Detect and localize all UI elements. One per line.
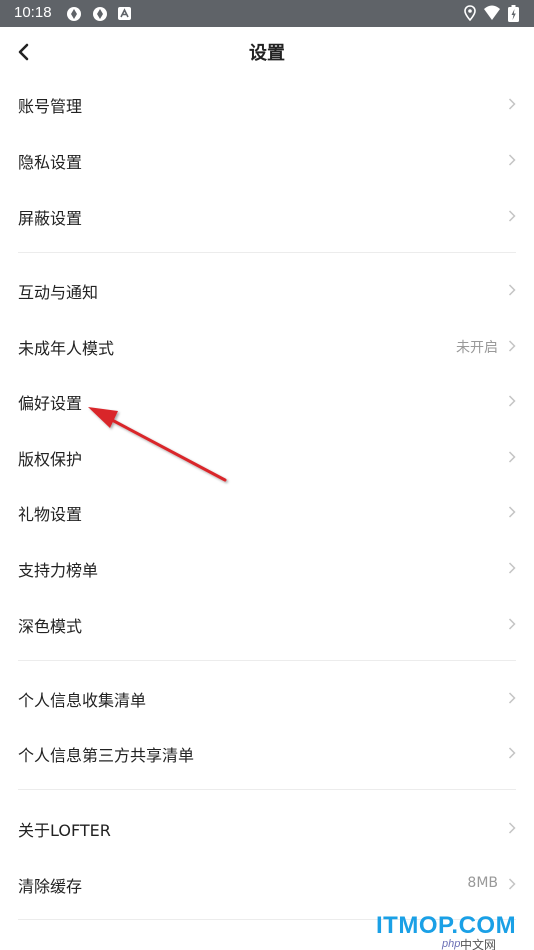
settings-item-minor-mode[interactable]: 未成年人模式 未开启	[0, 318, 534, 374]
chevron-right-icon	[508, 98, 516, 110]
chevron-right-icon	[508, 747, 516, 759]
chevron-right-icon	[508, 692, 516, 704]
sync-icon	[67, 7, 81, 21]
settings-item-label: 礼物设置	[18, 505, 83, 524]
chevron-right-icon	[508, 562, 516, 574]
settings-item-label: 支持力榜单	[18, 561, 99, 580]
settings-item-clear-cache[interactable]: 清除缓存 8MB	[0, 856, 534, 912]
settings-item-label: 互动与通知	[18, 283, 99, 302]
settings-item-label: 深色模式	[18, 617, 83, 636]
status-time: 10:18	[14, 4, 52, 21]
chevron-right-icon	[508, 210, 516, 222]
settings-item-value: 8MB	[467, 875, 498, 891]
section-divider	[18, 252, 516, 253]
chevron-right-icon	[508, 284, 516, 296]
chevron-right-icon	[508, 395, 516, 407]
settings-item-label: 个人信息第三方共享清单	[18, 746, 195, 765]
settings-item-personal-info-collection[interactable]: 个人信息收集清单	[0, 670, 534, 726]
chevron-right-icon	[508, 506, 516, 518]
settings-item-gifts[interactable]: 礼物设置	[0, 484, 534, 540]
settings-item-third-party-sharing[interactable]: 个人信息第三方共享清单	[0, 725, 534, 781]
chevron-right-icon	[508, 822, 516, 834]
chevron-right-icon	[508, 618, 516, 630]
settings-item-support-ranking[interactable]: 支持力榜单	[0, 540, 534, 596]
settings-item-label: 偏好设置	[18, 394, 83, 413]
sync-icon	[93, 7, 107, 21]
settings-item-preferences[interactable]: 偏好设置	[0, 373, 534, 429]
location-icon	[464, 5, 476, 21]
chevron-right-icon	[508, 451, 516, 463]
page-title: 设置	[249, 43, 285, 64]
status-bar: 10:18	[0, 0, 534, 27]
notification-a-icon	[118, 7, 131, 20]
settings-item-privacy[interactable]: 隐私设置	[0, 132, 534, 188]
app-header: 设置	[0, 27, 534, 77]
section-divider	[18, 789, 516, 790]
settings-item-dark-mode[interactable]: 深色模式	[0, 596, 534, 652]
settings-item-label: 隐私设置	[18, 153, 83, 172]
watermark-php: php	[442, 938, 461, 950]
settings-item-copyright[interactable]: 版权保护	[0, 429, 534, 485]
settings-item-label: 账号管理	[18, 97, 83, 116]
battery-icon	[508, 5, 519, 22]
settings-item-block[interactable]: 屏蔽设置	[0, 188, 534, 244]
settings-item-notifications[interactable]: 互动与通知	[0, 262, 534, 318]
settings-item-label: 版权保护	[18, 450, 83, 469]
settings-item-label: 清除缓存	[18, 877, 83, 896]
settings-item-about[interactable]: 关于LOFTER	[0, 800, 534, 856]
settings-item-label: 个人信息收集清单	[18, 691, 147, 710]
settings-item-label: 未成年人模式	[18, 339, 115, 358]
settings-item-value: 未开启	[456, 340, 498, 356]
settings-item-label: 关于LOFTER	[18, 821, 111, 840]
wifi-icon	[484, 5, 500, 20]
chevron-right-icon	[508, 878, 516, 890]
section-divider	[18, 660, 516, 661]
chevron-right-icon	[508, 154, 516, 166]
watermark-cn: 中文网	[460, 938, 497, 950]
settings-item-account[interactable]: 账号管理	[0, 76, 534, 132]
chevron-right-icon	[508, 340, 516, 352]
settings-item-label: 屏蔽设置	[18, 209, 83, 228]
site-watermark: ITMOP.COM php 中文网	[370, 912, 530, 950]
